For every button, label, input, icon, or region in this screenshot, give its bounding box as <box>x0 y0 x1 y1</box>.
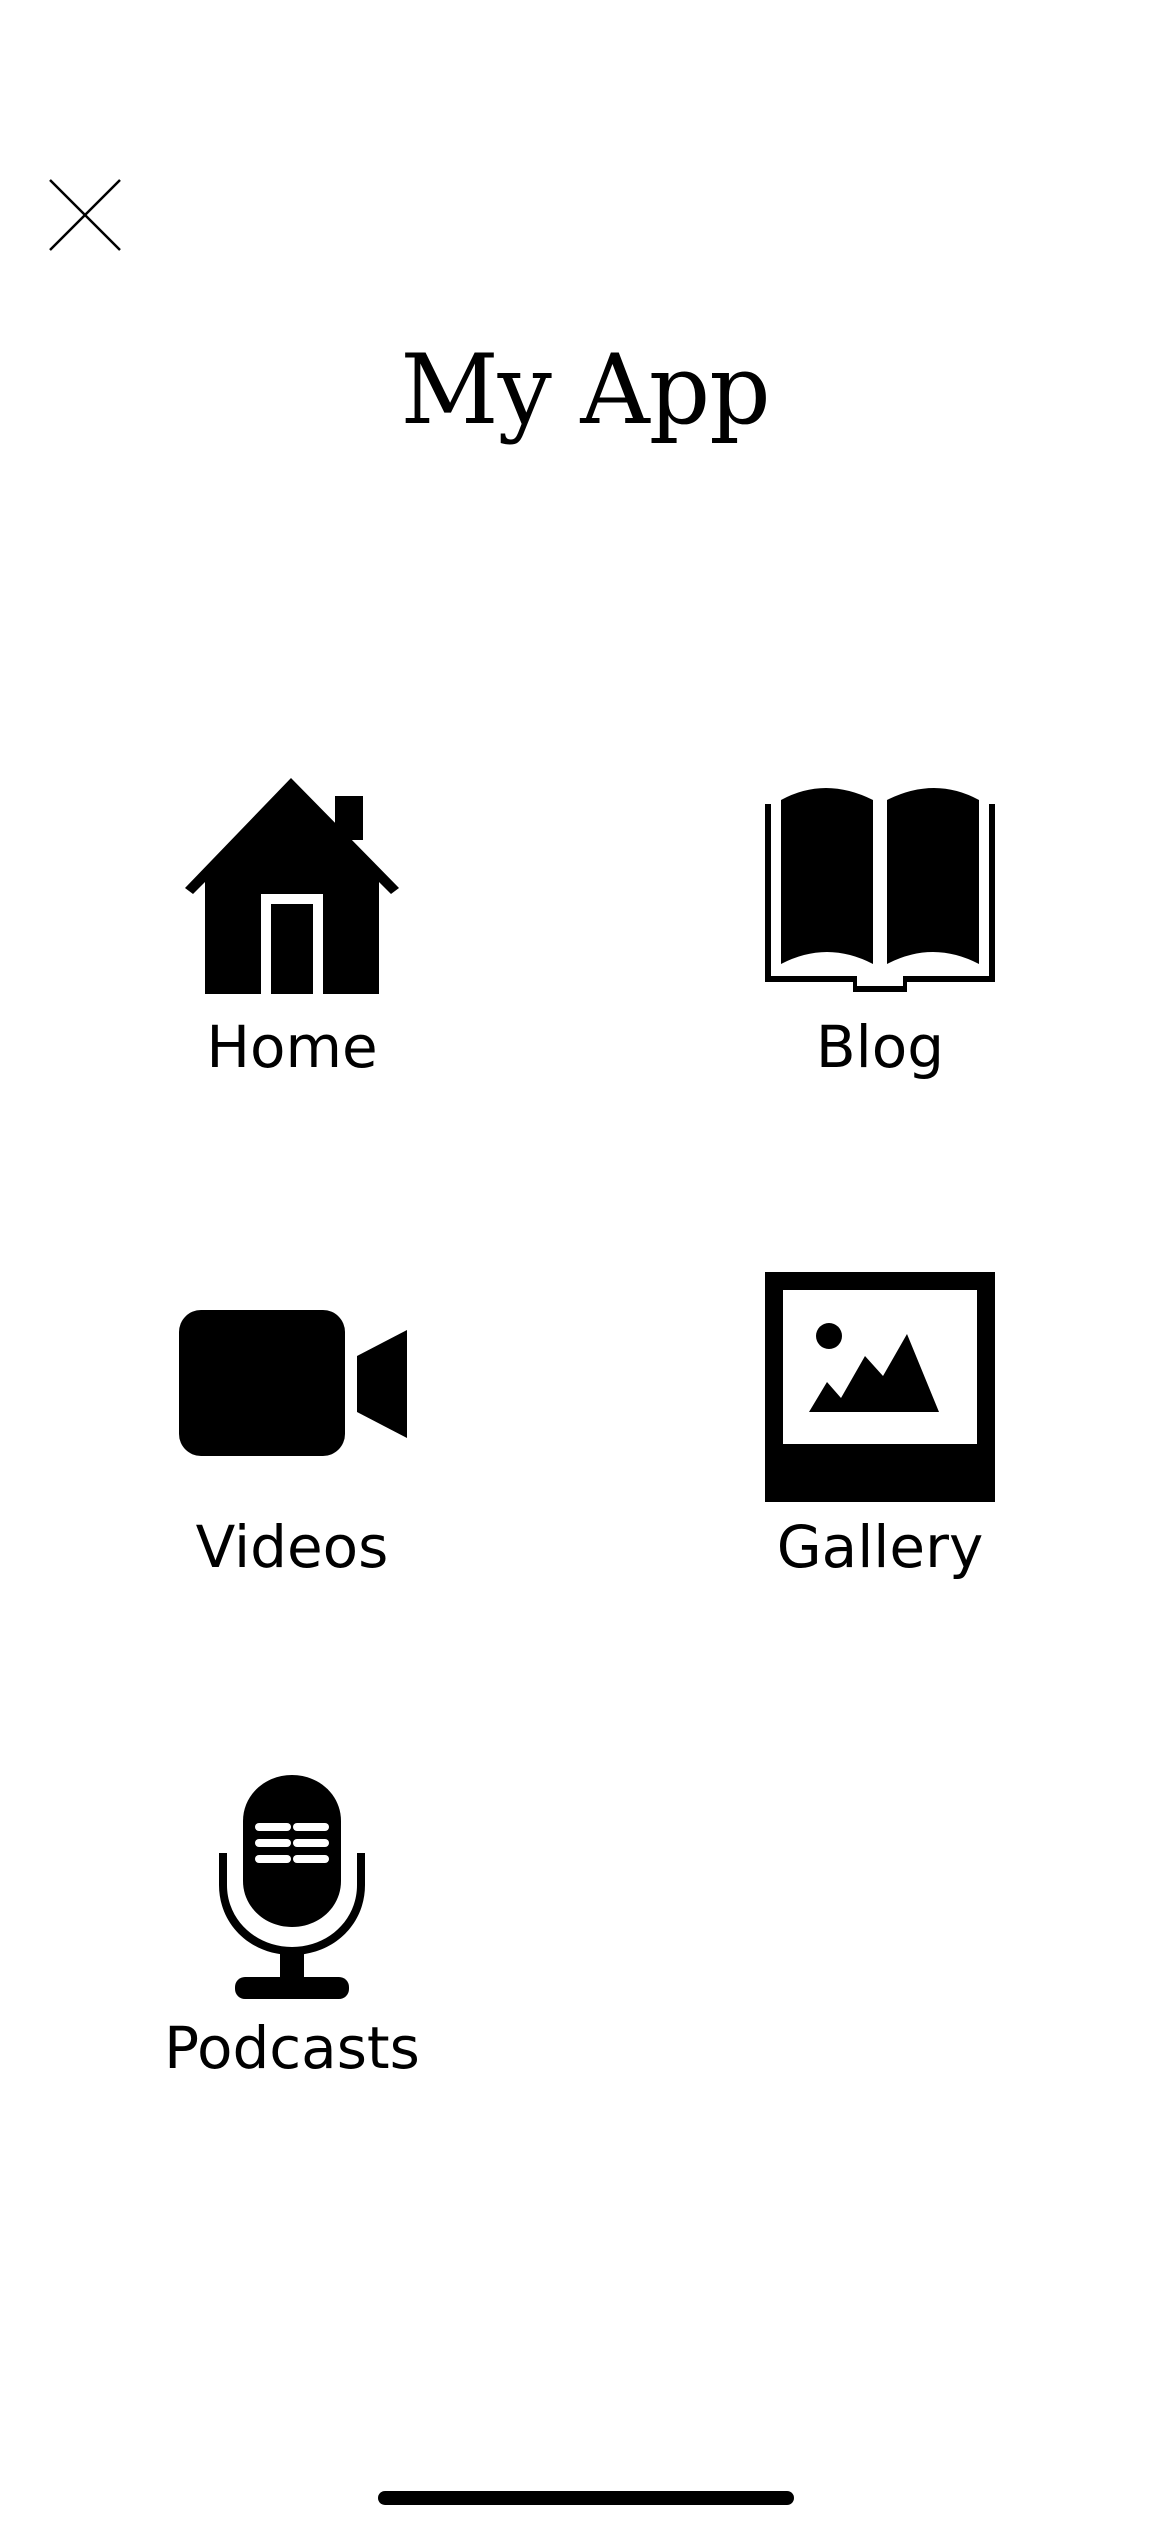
menu-item-label: Podcasts <box>164 2014 420 2082</box>
microphone-icon <box>177 1773 407 2003</box>
menu-item-label: Blog <box>815 1013 945 1081</box>
close-button[interactable] <box>40 170 130 260</box>
menu-item-label: Videos <box>195 1513 389 1581</box>
app-title: My App <box>400 334 770 446</box>
menu-item-label: Home <box>206 1013 378 1081</box>
open-book-icon <box>765 772 995 1002</box>
close-icon <box>49 179 121 251</box>
photo-icon <box>765 1272 995 1502</box>
house-icon <box>177 772 407 1002</box>
video-camera-icon <box>177 1272 407 1502</box>
menu-item-videos[interactable]: Videos <box>92 1272 492 1652</box>
menu-item-label: Gallery <box>776 1513 984 1581</box>
home-indicator[interactable] <box>378 2491 794 2505</box>
menu-item-gallery[interactable]: Gallery <box>680 1272 1080 1652</box>
menu-item-blog[interactable]: Blog <box>680 772 1080 1152</box>
menu-item-home[interactable]: Home <box>92 772 492 1152</box>
menu-item-podcasts[interactable]: Podcasts <box>92 1773 492 2153</box>
